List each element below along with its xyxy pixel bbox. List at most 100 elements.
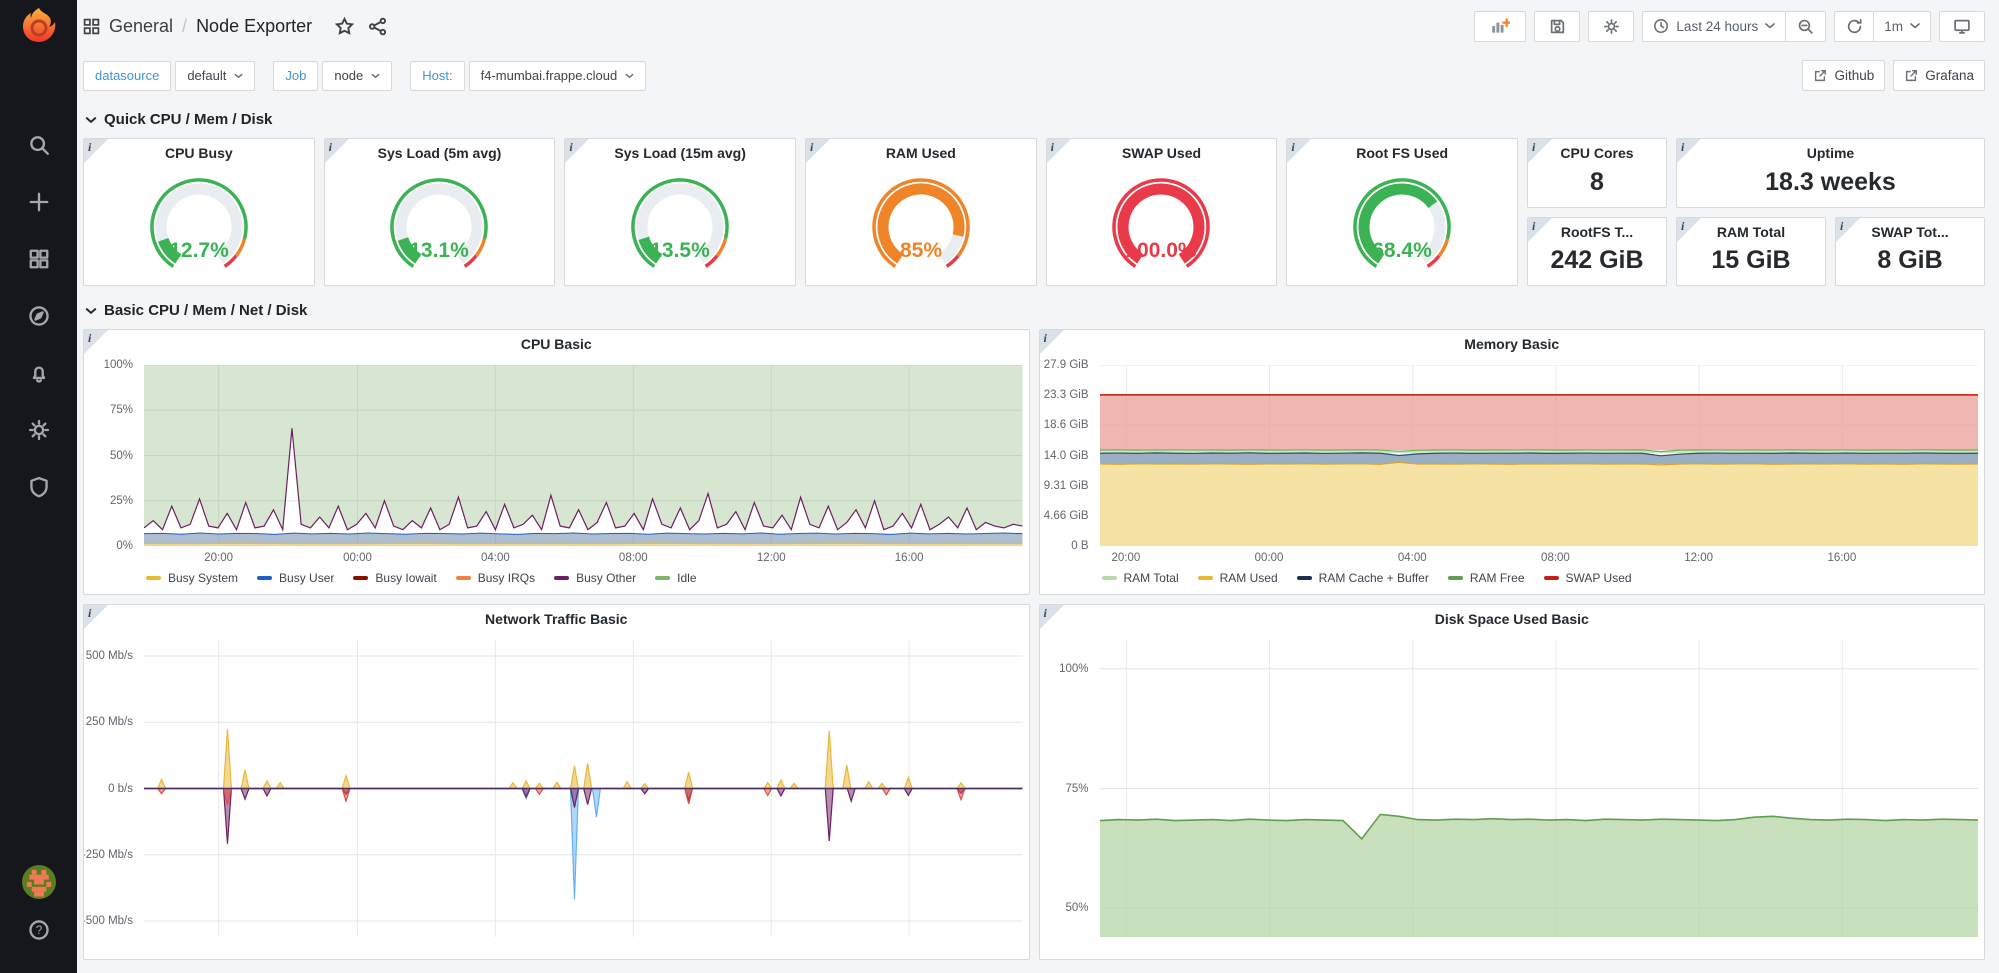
user-avatar[interactable]: [22, 865, 56, 899]
legend-item[interactable]: RAM Cache + Buffer: [1297, 571, 1429, 585]
panel-info-corner[interactable]: i: [1287, 139, 1311, 163]
refresh-button[interactable]: [1834, 11, 1874, 42]
var-datasource-label: datasource: [83, 61, 171, 91]
panel-info-corner[interactable]: i: [565, 139, 589, 163]
panel-title[interactable]: Root FS Used: [1287, 139, 1517, 166]
plot-area[interactable]: [144, 365, 1023, 546]
panel-title[interactable]: Sys Load (15m avg): [565, 139, 795, 166]
panel-ram-total: i RAM Total 15 GiB: [1676, 217, 1826, 287]
panel-title[interactable]: CPU Basic: [84, 330, 1029, 357]
memory-basic-legend: RAM Total RAM Used RAM Cache + Buffer RAM F…: [1040, 568, 1985, 594]
legend-item[interactable]: Busy Iowait: [353, 571, 436, 585]
legend-item[interactable]: SWAP Used: [1544, 571, 1632, 585]
panel-title[interactable]: Memory Basic: [1040, 330, 1985, 357]
legend-item[interactable]: Busy Other: [554, 571, 636, 585]
collapse-chevron-icon: [85, 307, 97, 315]
row-basic-cpu-mem-net-disk[interactable]: Basic CPU / Mem / Net / Disk: [83, 286, 1985, 329]
panel-title[interactable]: CPU Busy: [84, 139, 314, 166]
panel-title[interactable]: Sys Load (5m avg): [325, 139, 555, 166]
panel-info-corner[interactable]: i: [84, 605, 108, 629]
grafana-link-button[interactable]: Grafana: [1893, 60, 1985, 91]
legend-label: RAM Free: [1470, 571, 1525, 585]
legend-swatch: [353, 576, 368, 580]
kiosk-mode-button[interactable]: [1939, 11, 1985, 42]
var-host-value[interactable]: f4-mumbai.frappe.cloud: [469, 61, 647, 91]
panel-title[interactable]: SWAP Used: [1047, 139, 1277, 166]
panel-title[interactable]: Disk Space Used Basic: [1040, 605, 1985, 632]
panel-info-corner[interactable]: i: [84, 139, 108, 163]
panel-info-corner[interactable]: i: [1528, 139, 1552, 163]
settings-gear-icon[interactable]: [26, 417, 52, 443]
var-job-value[interactable]: node: [322, 61, 392, 91]
sys-load-15m-gauge: 13.5%: [565, 166, 795, 285]
admin-shield-icon[interactable]: [26, 474, 52, 500]
panel-info-corner[interactable]: i: [1040, 605, 1064, 629]
sys-load-5m-gauge: 13.1%: [325, 166, 555, 285]
panel-title[interactable]: Network Traffic Basic: [84, 605, 1029, 632]
gauges-row: i CPU Busy 12.7% i Sys Load (5m avg) 13.…: [83, 138, 1985, 286]
dashboard-title[interactable]: Node Exporter: [196, 16, 312, 37]
panel-info-corner[interactable]: i: [1040, 330, 1064, 354]
github-link-button[interactable]: Github: [1802, 60, 1885, 91]
panel-sys-load-15m: i Sys Load (15m avg) 13.5%: [564, 138, 796, 286]
panel-info-corner[interactable]: i: [84, 330, 108, 354]
star-icon[interactable]: [335, 17, 354, 36]
plot-area[interactable]: [1100, 365, 1979, 546]
help-icon[interactable]: ?: [26, 917, 52, 943]
refresh-interval-picker[interactable]: 1m: [1874, 11, 1931, 42]
chevron-down-icon: [625, 73, 634, 79]
y-axis-labels: 500 Mb/s250 Mb/s0 b/s-250 Mb/s-500 Mb/s: [84, 640, 138, 937]
share-icon[interactable]: [368, 17, 387, 36]
zoom-out-time-button[interactable]: [1786, 11, 1826, 42]
create-plus-icon[interactable]: [26, 189, 52, 215]
add-panel-button[interactable]: [1474, 11, 1526, 42]
panel-info-corner[interactable]: i: [1047, 139, 1071, 163]
time-range-picker[interactable]: Last 24 hours: [1642, 11, 1786, 42]
y-axis-labels: 27.9 GiB23.3 GiB18.6 GiB14.0 GiB9.31 GiB…: [1040, 365, 1094, 546]
legend-item[interactable]: RAM Used: [1198, 571, 1278, 585]
legend-swatch: [1102, 576, 1117, 580]
plot-area[interactable]: [1100, 640, 1979, 937]
legend-item[interactable]: Idle: [655, 571, 696, 585]
panel-info-corner[interactable]: i: [1528, 218, 1552, 242]
panel-sys-load-5m: i Sys Load (5m avg) 13.1%: [324, 138, 556, 286]
panel-info-corner[interactable]: i: [325, 139, 349, 163]
panel-info-corner[interactable]: i: [1836, 218, 1860, 242]
svg-text:13.5%: 13.5%: [650, 239, 710, 262]
grafana-logo-icon[interactable]: [19, 6, 59, 46]
legend-item[interactable]: RAM Total: [1102, 571, 1179, 585]
plot-area[interactable]: [144, 640, 1023, 937]
svg-text:100.0%: 100.0%: [1126, 239, 1198, 262]
dashboard-settings-button[interactable]: [1588, 11, 1634, 42]
legend-item[interactable]: Busy System: [146, 571, 238, 585]
explore-compass-icon[interactable]: [26, 303, 52, 329]
row-quick-cpu-mem-disk[interactable]: Quick CPU / Mem / Disk: [83, 95, 1985, 138]
save-dashboard-button[interactable]: [1534, 11, 1580, 42]
legend-item[interactable]: Busy IRQs: [456, 571, 535, 585]
search-icon[interactable]: [26, 132, 52, 158]
charts-row-1: i CPU Basic 100%75%50%25%0%20:0000:0004:…: [83, 329, 1985, 595]
legend-swatch: [1544, 576, 1559, 580]
legend-item[interactable]: RAM Free: [1448, 571, 1525, 585]
stat-value: 18.3 weeks: [1677, 166, 1984, 207]
alerting-bell-icon[interactable]: [26, 360, 52, 386]
dashboards-icon[interactable]: [26, 246, 52, 272]
panel-title[interactable]: RAM Used: [806, 139, 1036, 166]
panel-info-corner[interactable]: i: [1677, 218, 1701, 242]
legend-swatch: [1448, 576, 1463, 580]
root-fs-used-gauge: 68.4%: [1287, 166, 1517, 285]
legend-item[interactable]: Busy User: [257, 571, 334, 585]
panel-info-corner[interactable]: i: [806, 139, 830, 163]
panel-title[interactable]: Uptime: [1677, 139, 1984, 166]
refresh-interval-label: 1m: [1884, 19, 1903, 34]
var-job-label: Job: [273, 61, 318, 91]
cpu-basic-chart: 100%75%50%25%0%20:0000:0004:0008:0012:00…: [84, 357, 1029, 568]
panel-memory-basic: i Memory Basic 27.9 GiB23.3 GiB18.6 GiB1…: [1039, 329, 1986, 595]
legend-swatch: [655, 576, 670, 580]
breadcrumb-folder[interactable]: General: [109, 16, 173, 37]
var-datasource-value[interactable]: default: [175, 61, 255, 91]
memory-basic-chart: 27.9 GiB23.3 GiB18.6 GiB14.0 GiB9.31 GiB…: [1040, 357, 1985, 568]
toolbar: Last 24 hours 1m: [1474, 11, 1985, 42]
svg-text:12.7%: 12.7%: [169, 239, 229, 262]
panel-info-corner[interactable]: i: [1677, 139, 1701, 163]
